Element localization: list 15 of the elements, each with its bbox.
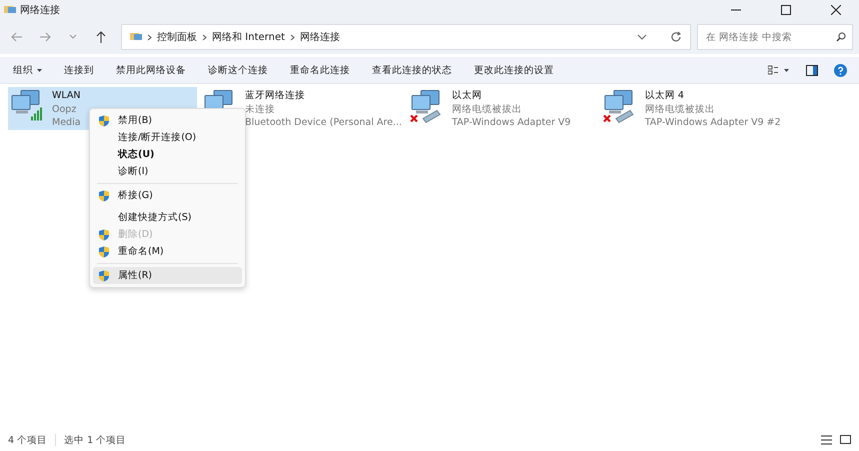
connection-status: 网络电缆被拔出 xyxy=(452,102,523,116)
connection-name: 蓝牙网络连接 xyxy=(245,89,306,102)
item-count: 4 个项目 xyxy=(8,434,48,446)
connection-name: WLAN xyxy=(52,89,81,102)
window-title: 网络连接 xyxy=(20,4,61,17)
connection-status: Oopz xyxy=(52,102,78,116)
adapter-name: TAP-Windows Adapter V9 xyxy=(452,116,571,130)
connection-name: 以太网 4 xyxy=(644,89,685,102)
connection-status: 未连接 xyxy=(245,102,276,116)
connection-status: 网络电缆被拔出 xyxy=(644,102,716,116)
adapter-name: Media xyxy=(52,116,81,130)
adapter-name: Bluetooth Device (Personal Are... xyxy=(245,116,402,130)
adapter-name: TAP-Windows Adapter V9 #2 xyxy=(644,116,781,130)
selection-count: 选中 1 个项目 xyxy=(64,434,126,446)
connection-name: 以太网 xyxy=(452,89,483,102)
